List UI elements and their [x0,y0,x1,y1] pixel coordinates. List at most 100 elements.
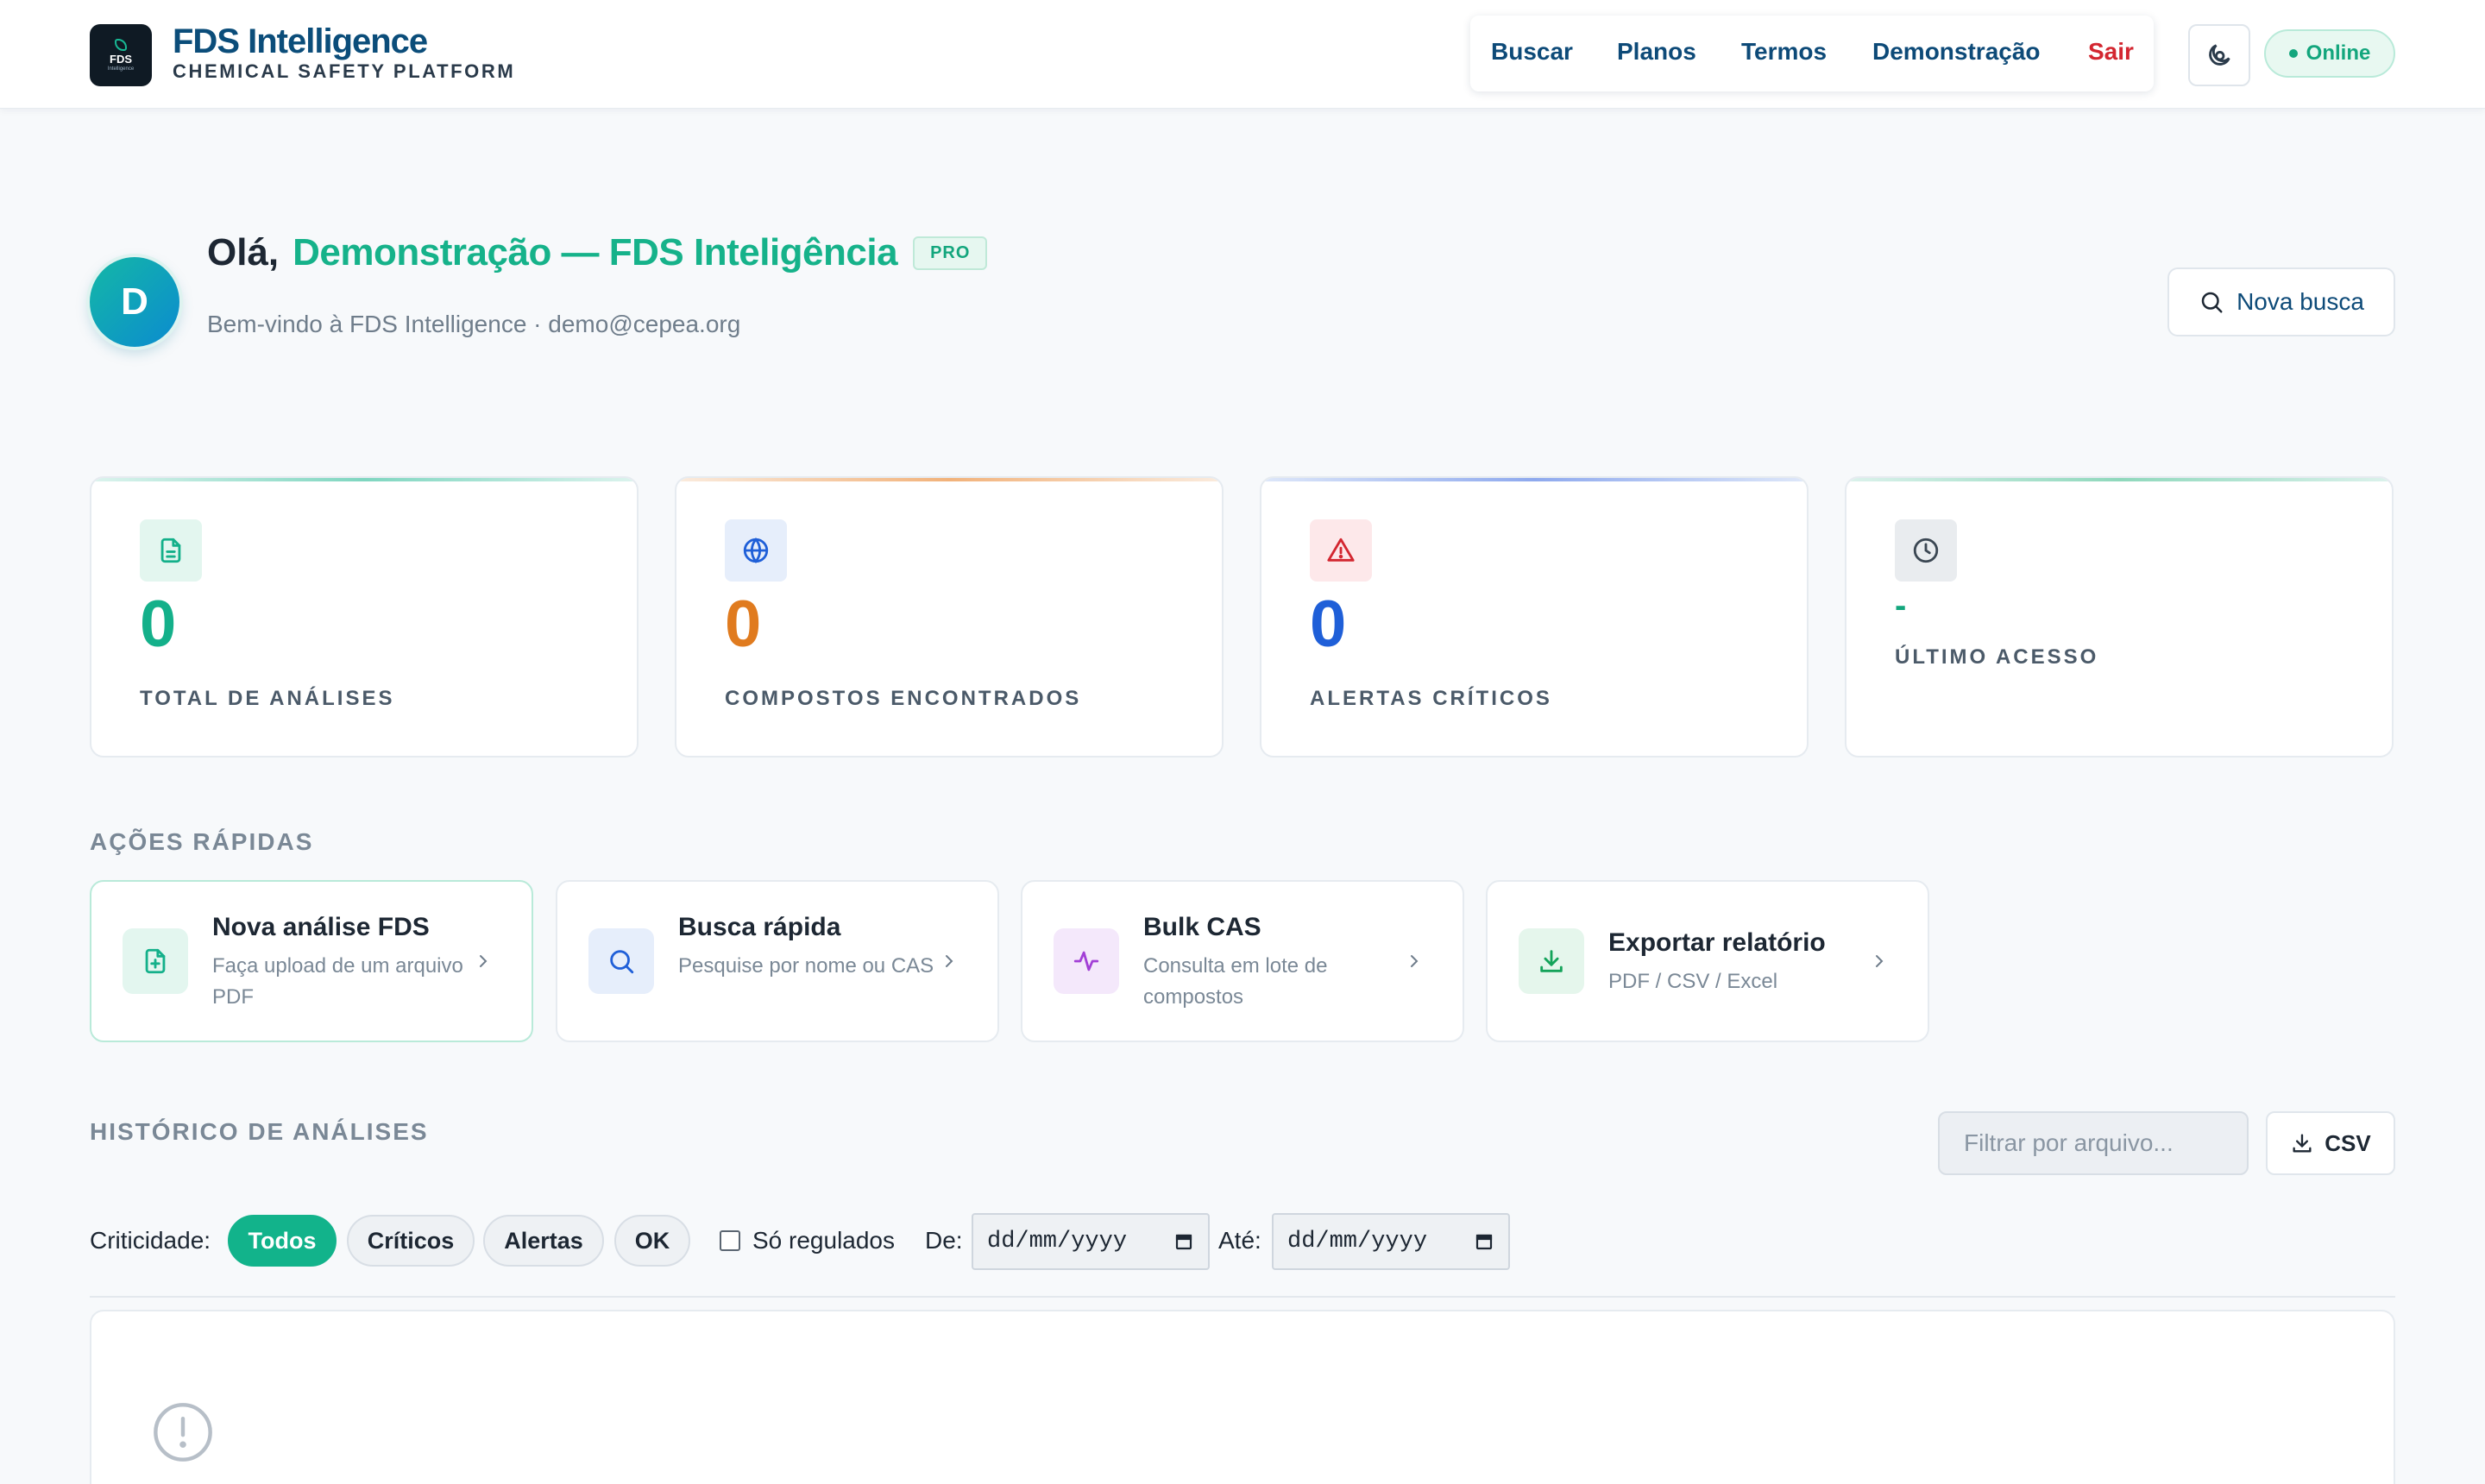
theme-toggle-button[interactable] [2188,24,2250,86]
warning-icon [1327,538,1355,562]
logo-subtext: Intelligence [107,66,135,72]
criticality-label: Criticidade: [90,1227,211,1254]
greeting-hello: Olá, [207,231,280,274]
stat-label: ALERTAS CRÍTICOS [1310,687,1552,710]
stat-icon-box [725,519,787,582]
greeting-heading: Olá, Demonstração — FDS Inteligência PRO [207,231,988,274]
nav-planos[interactable]: Planos [1617,38,1696,66]
chevron-right-icon [480,955,488,967]
only-regulated-checkbox[interactable] [720,1230,740,1251]
nav-buscar[interactable]: Buscar [1491,38,1573,66]
download-icon [2293,1134,2312,1153]
nav-termos[interactable]: Termos [1741,38,1827,66]
stat-value: 0 [725,588,762,661]
quick-action-title: Nova análise FDS [212,913,430,941]
chevron-right-icon [946,955,953,967]
online-status-badge: Online [2264,29,2395,78]
date-from-label: De: [925,1227,963,1254]
quick-action-description: Pesquise por nome ou CAS [678,954,934,978]
history-title: HISTÓRICO DE ANÁLISES [90,1118,429,1145]
info-circle-icon [154,1403,212,1462]
download-icon [1540,950,1563,972]
history-divider [90,1296,2395,1298]
csv-label: CSV [2325,1129,2371,1156]
quick-action-title: Bulk CAS [1143,913,1261,941]
quick-action-description: PDF / CSV / Excel [1608,970,1778,993]
stat-icon-box [1895,519,1957,582]
logo-text: FDS [110,53,132,66]
filter-chip-todos[interactable]: Todos [228,1215,337,1267]
only-regulated-label: Só regulados [752,1227,896,1254]
stat-card-ultimo-acesso: - ÚLTIMO ACESSO [1845,476,2394,758]
stat-icon-box [1310,519,1372,582]
quick-action-icon-box [1054,928,1119,994]
quick-action-icon-box [123,928,188,994]
calendar-icon [1475,1234,1493,1250]
activity-icon [1073,951,1099,972]
avatar[interactable]: D [90,257,179,347]
filter-chip-alertas[interactable]: Alertas [483,1215,604,1267]
welcome-text: Bem-vindo à FDS Intelligence · demo@cepe… [207,311,741,337]
stat-label: COMPOSTOS ENCONTRADOS [725,687,1082,710]
greeting-user-name: Demonstração — FDS Inteligência [293,231,898,274]
quick-action-exportar[interactable]: Exportar relatório PDF / CSV / Excel [1486,880,1929,1042]
plan-badge: PRO [913,236,988,270]
clock-icon [1913,538,1939,563]
stat-card-compostos: 0 COMPOSTOS ENCONTRADOS [675,476,1224,758]
stat-accent-bar [91,478,637,481]
main-nav: Buscar Planos Termos Demonstração Sair [1470,16,2154,91]
date-to-input[interactable]: dd/mm/yyyy [1272,1213,1510,1270]
stat-label: ÚLTIMO ACESSO [1895,645,2099,669]
filter-chip-criticos[interactable]: Críticos [347,1215,475,1267]
only-regulated-toggle[interactable]: Só regulados [720,1227,895,1254]
top-bar: FDS Intelligence FDS Intelligence CHEMIC… [0,0,2485,109]
stat-value: - [1895,587,1907,625]
quick-action-bulk-cas[interactable]: Bulk CAS Consulta em lote de compostos [1021,880,1464,1042]
nav-demonstracao[interactable]: Demonstração [1872,38,2041,66]
file-upload-icon [145,948,166,974]
quick-action-title: Exportar relatório [1608,928,1826,957]
quick-action-description: Faça upload de um arquivo PDF [212,954,463,1009]
quick-action-nova-analise[interactable]: Nova análise FDS Faça upload de um arqui… [90,880,533,1042]
calendar-icon [1175,1234,1192,1250]
history-empty-state [90,1310,2395,1484]
quick-action-title: Busca rápida [678,913,841,941]
leaf-icon [115,39,127,51]
status-dot-icon [2288,49,2298,58]
chevron-right-icon [1411,955,1419,967]
quick-action-icon-box [588,928,654,994]
stat-card-alertas-criticos: 0 ALERTAS CRÍTICOS [1260,476,1809,758]
export-csv-button[interactable]: CSV [2266,1111,2395,1175]
brand-subtitle: CHEMICAL SAFETY PLATFORM [173,60,516,82]
globe-icon [743,538,769,563]
stat-label: TOTAL DE ANÁLISES [140,687,395,710]
date-from-input[interactable]: dd/mm/yyyy [972,1213,1210,1270]
date-to-label: Até: [1218,1227,1261,1254]
quick-action-busca-rapida[interactable]: Busca rápida Pesquise por nome ou CAS [556,880,999,1042]
filter-file-input[interactable] [1938,1111,2249,1175]
nav-sair[interactable]: Sair [2088,38,2134,66]
search-icon [2201,292,2223,313]
search-icon [610,950,634,974]
stat-accent-bar [1261,478,1807,481]
date-from-placeholder: dd/mm/yyyy [987,1229,1128,1254]
new-search-label: Nova busca [2236,288,2364,315]
theme-toggle-icon [2209,44,2230,66]
stat-accent-bar [676,478,1222,481]
stat-accent-bar [1846,478,2392,481]
app-logo[interactable]: FDS Intelligence [90,24,152,86]
filter-chip-ok[interactable]: OK [614,1215,690,1267]
stat-icon-box [140,519,202,582]
stat-value: 0 [1310,588,1347,661]
stat-card-total-analises: 0 TOTAL DE ANÁLISES [90,476,639,758]
quick-action-icon-box [1519,928,1584,994]
date-to-placeholder: dd/mm/yyyy [1287,1229,1428,1254]
new-search-button[interactable]: Nova busca [2167,267,2395,336]
chevron-right-icon [1876,955,1884,967]
stat-value: 0 [140,588,177,661]
online-status-text: Online [2306,41,2371,65]
quick-action-description: Consulta em lote de compostos [1143,954,1328,1009]
quick-actions-title: AÇÕES RÁPIDAS [90,828,314,855]
document-icon [160,538,181,563]
brand-title: FDS Intelligence [173,22,428,60]
